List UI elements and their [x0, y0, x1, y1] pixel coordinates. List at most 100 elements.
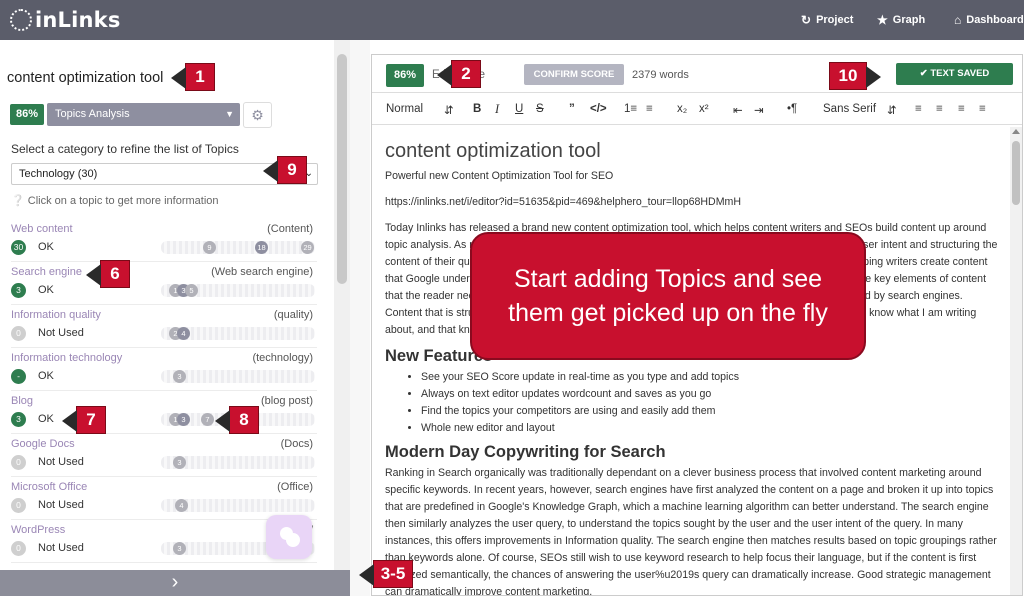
align-center-icon[interactable]: ≡ — [936, 103, 943, 115]
analysis-select[interactable]: Topics Analysis ▼ — [47, 103, 240, 126]
topic-row[interactable]: Search engine (Web search engine) 3 OK 1 3 5 — [11, 263, 317, 305]
chevron-down-icon: ▼ — [225, 109, 234, 119]
callout-1: 1 — [171, 63, 215, 91]
heading-modern-copywriting: Modern Day Copywriting for Search — [385, 443, 666, 461]
topic-usage-marker: 4 — [175, 499, 188, 512]
topic-name[interactable]: Google Docs — [11, 438, 75, 450]
topic-usage-marker: 4 — [177, 327, 190, 340]
topic-count-badge: 0 — [11, 541, 26, 556]
editor-scrollbar[interactable] — [1010, 127, 1022, 595]
topic-type: (Office) — [277, 481, 313, 493]
document-title: content optimization tool — [385, 140, 601, 162]
paragraph-url: https://inlinks.net/i/editor?id=51635&pi… — [385, 196, 741, 208]
topic-row[interactable]: Microsoft Office (Office) 0 Not Used 4 — [11, 478, 317, 520]
font-select-arrows-icon: ⇵ — [887, 105, 897, 117]
align-justify-icon[interactable]: ≡ — [979, 103, 986, 115]
superscript-button[interactable]: x² — [699, 103, 709, 115]
arrow-left-icon — [86, 264, 101, 286]
topic-count-badge: 3 — [11, 283, 26, 298]
nav-dashboard[interactable]: ⌂ Dashboard — [954, 13, 1024, 27]
subscript-button[interactable]: x₂ — [677, 103, 687, 115]
topic-name[interactable]: Blog — [11, 395, 33, 407]
callout-label: 6 — [110, 264, 120, 283]
topic-name[interactable]: Web content — [11, 223, 73, 235]
topic-name[interactable]: Information technology — [11, 352, 122, 364]
topic-status: Not Used — [38, 542, 84, 554]
topic-usage-marker: 3 — [173, 456, 186, 469]
top-navbar: inLinks ↻ Project ★ Graph ⌂ Dashboard — [0, 0, 1024, 40]
callout-label: 1 — [195, 67, 205, 86]
promo-overlay: Start adding Topics and see them get pic… — [470, 232, 866, 360]
editor-toolbar: Normal ⇵ B I U S ” </> 1≡ ≡ x₂ x² ⇤ ⇥ •¶… — [372, 94, 1022, 125]
list-item: Whole new editor and layout — [421, 420, 1000, 437]
bold-button[interactable]: B — [473, 103, 481, 115]
refresh-icon: ↻ — [801, 13, 812, 27]
arrow-left-icon — [437, 64, 452, 86]
blockquote-button[interactable]: ” — [569, 103, 575, 115]
nav-dashboard-label: Dashboard — [966, 14, 1024, 26]
topic-usage-marker: 5 — [185, 284, 198, 297]
outdent-button[interactable]: ⇤ — [733, 103, 743, 117]
chat-icon-bubble — [286, 533, 300, 547]
topic-usage-marker: 3 — [177, 413, 190, 426]
logo-text: inLinks — [35, 8, 121, 32]
topic-status: OK — [38, 241, 54, 253]
topic-usage-bar: 4 — [161, 499, 315, 512]
align-left-icon[interactable]: ≡ — [915, 103, 922, 115]
topics-panel: content optimization tool 86% Topics Ana… — [0, 40, 334, 596]
topic-name[interactable]: Information quality — [11, 309, 101, 321]
topic-row[interactable]: Blog (blog post) 3 OK 1 3 7 — [11, 392, 317, 434]
topic-usage-marker: 3 — [173, 370, 186, 383]
topic-status: Not Used — [38, 499, 84, 511]
topic-status: OK — [38, 284, 54, 296]
logo-icon — [10, 9, 32, 31]
topic-count-badge: 30 — [11, 240, 26, 255]
topic-row[interactable]: Information quality (quality) 0 Not Used 2 4 — [11, 306, 317, 348]
code-button[interactable]: </> — [590, 103, 607, 115]
topic-status: Not Used — [38, 456, 84, 468]
category-label: Select a category to refine the list of … — [11, 142, 239, 156]
align-right-icon[interactable]: ≡ — [958, 103, 965, 115]
help-chat-button[interactable] — [266, 515, 312, 559]
scrollbar-thumb[interactable] — [1012, 141, 1020, 205]
topic-status: Not Used — [38, 327, 84, 339]
scrollbar-thumb[interactable] — [337, 54, 347, 284]
format-select[interactable]: Normal — [386, 103, 423, 115]
topic-name[interactable]: Microsoft Office — [11, 481, 87, 493]
indent-button[interactable]: ⇥ — [754, 103, 764, 117]
topic-name[interactable]: Search engine — [11, 266, 82, 278]
topic-row[interactable]: Web content (Content) 30 OK 9 18 29 — [11, 220, 317, 262]
left-scrollbar[interactable] — [334, 40, 350, 570]
topic-type: (Docs) — [280, 438, 313, 450]
callout-10: 10 — [829, 62, 881, 90]
arrow-right-icon — [866, 66, 881, 88]
analysis-select-value: Topics Analysis — [55, 108, 130, 120]
scroll-up-icon[interactable] — [1012, 129, 1020, 134]
topic-type: (quality) — [273, 309, 313, 321]
strike-button[interactable]: S — [536, 103, 544, 115]
text-direction-button[interactable]: •¶ — [787, 103, 797, 115]
confirm-score-button[interactable]: CONFIRM SCORE — [524, 64, 624, 85]
nav-graph[interactable]: ★ Graph — [877, 13, 925, 27]
font-select[interactable]: Sans Serif — [823, 103, 876, 115]
callout-8: 8 — [215, 406, 259, 434]
topic-name[interactable]: WordPress — [11, 524, 65, 536]
callout-3-5: 3-5 — [359, 560, 413, 588]
ordered-list-button[interactable]: 1≡ — [624, 103, 637, 115]
collapse-panel-button[interactable]: › — [0, 570, 350, 596]
underline-button[interactable]: U — [515, 103, 523, 115]
bullet-list-button[interactable]: ≡ — [646, 103, 653, 115]
topic-row[interactable]: Google Docs (Docs) 0 Not Used 3 — [11, 435, 317, 477]
topic-usage-marker: 29 — [301, 241, 314, 254]
topic-row[interactable]: Information technology (technology) - OK 3 — [11, 349, 317, 391]
keyword-title: content optimization tool — [7, 70, 164, 86]
inlinks-logo[interactable]: inLinks — [10, 8, 121, 32]
nav-project[interactable]: ↻ Project — [801, 13, 853, 27]
settings-button[interactable]: ⚙ — [243, 102, 272, 128]
topic-usage-bar: 9 18 29 — [161, 241, 315, 254]
topic-status: OK — [38, 413, 54, 425]
italic-button[interactable]: I — [495, 102, 499, 117]
callout-2: 2 — [437, 60, 481, 88]
text-saved-button[interactable]: ✔ TEXT SAVED — [896, 63, 1013, 85]
editor-body[interactable]: content optimization tool Powerful new C… — [385, 125, 1000, 595]
